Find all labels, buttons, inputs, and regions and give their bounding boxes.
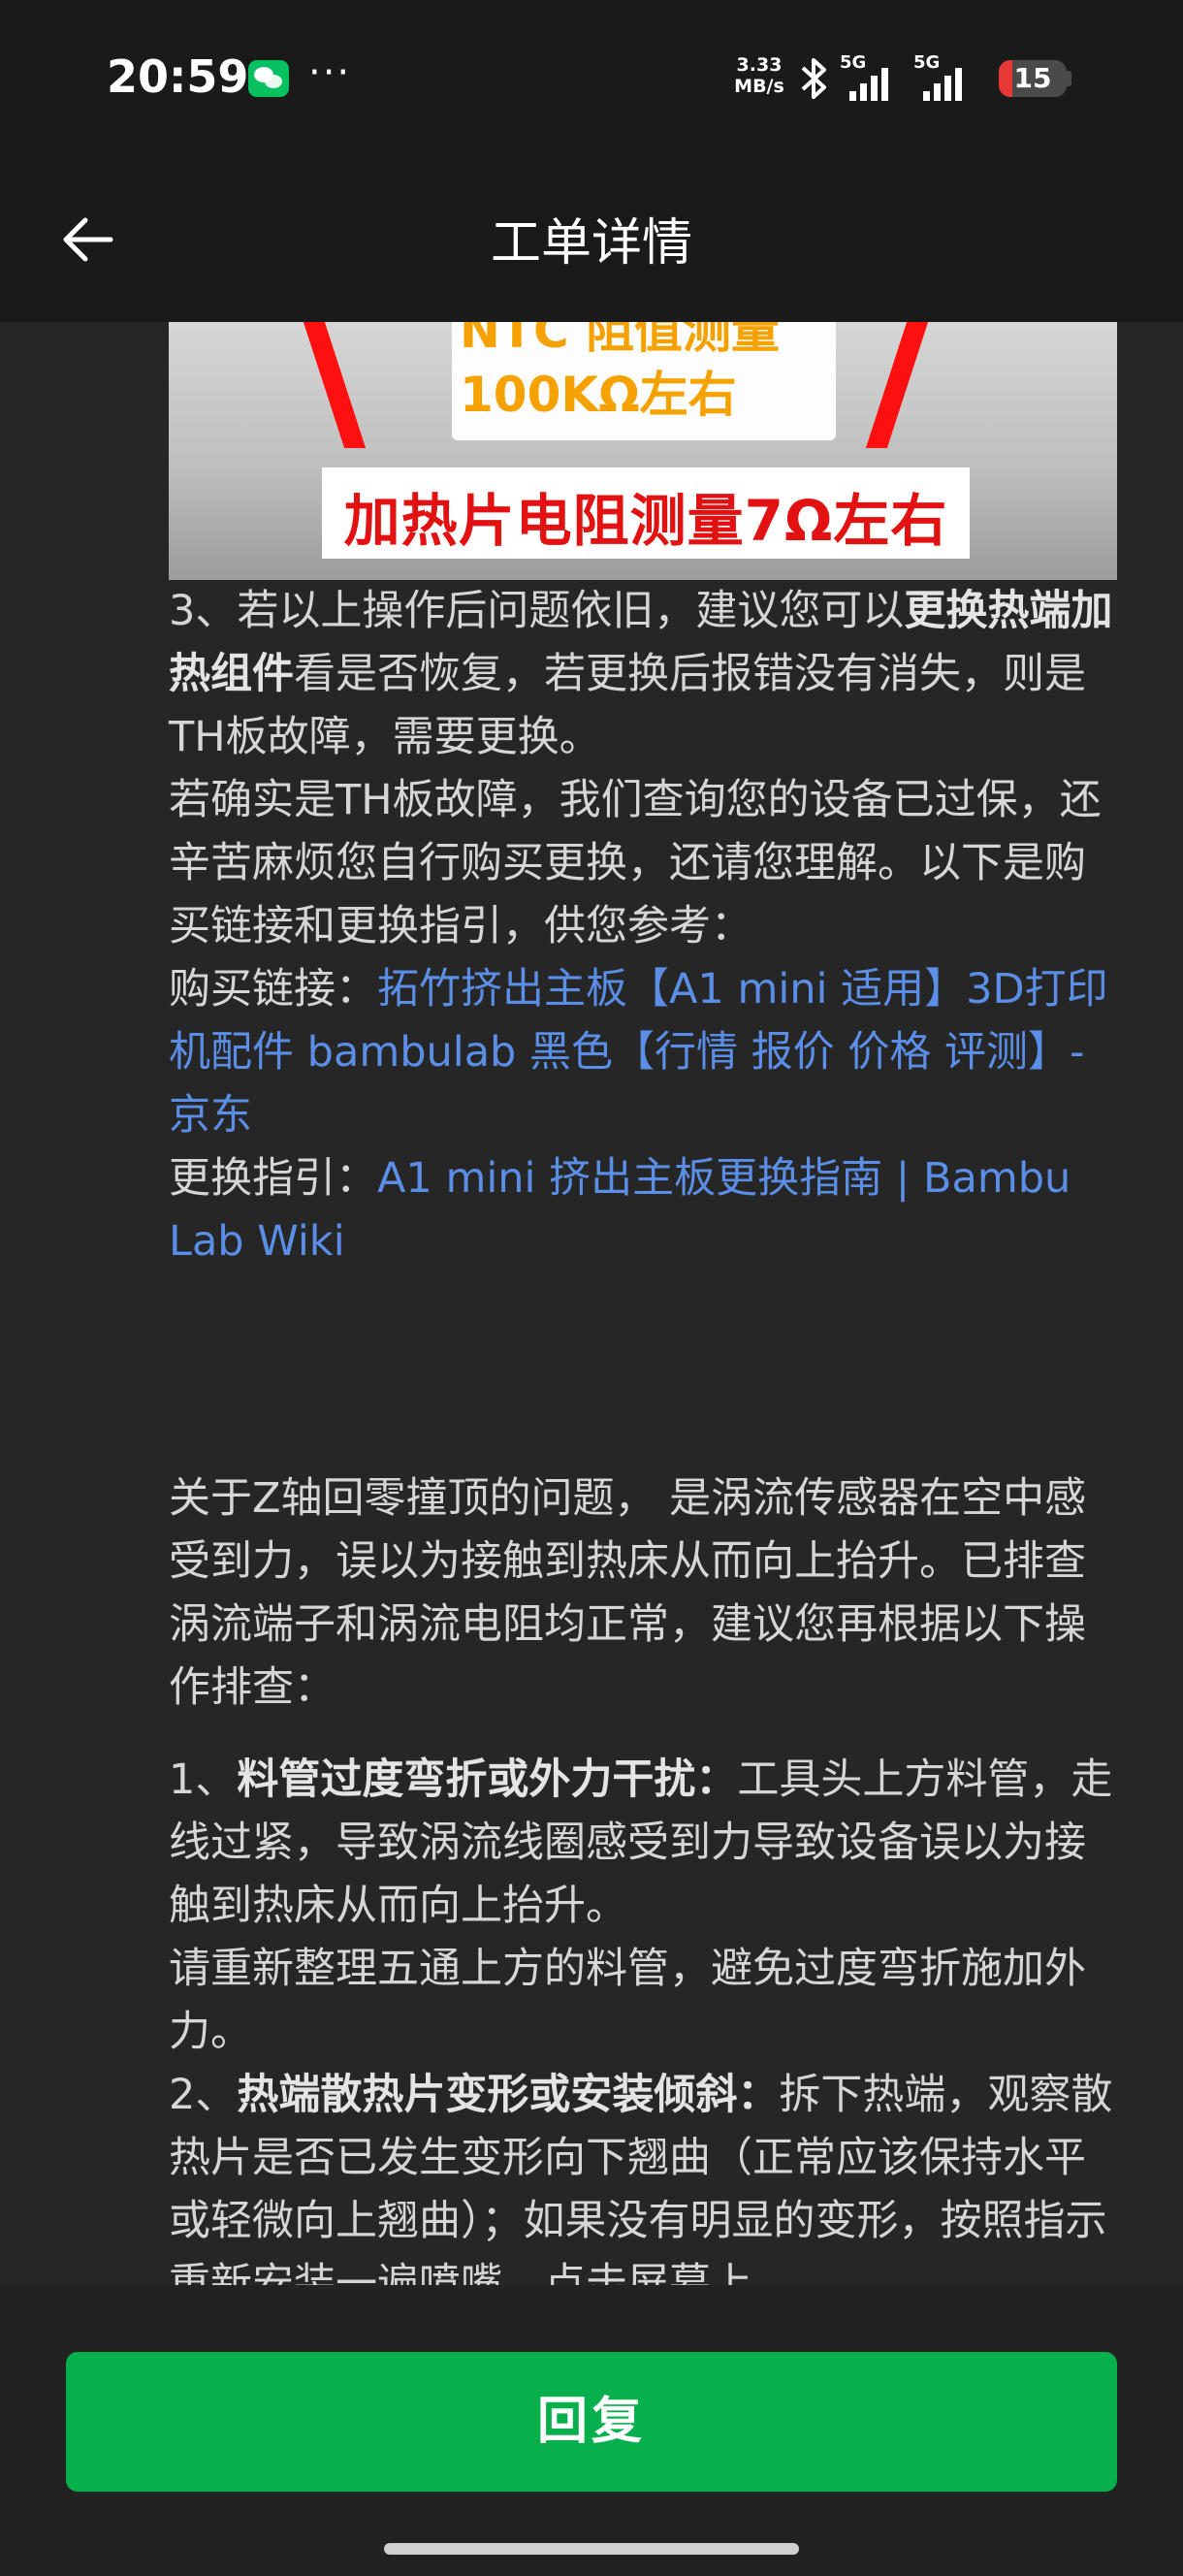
signal-icon: 5G (913, 52, 991, 101)
status-bar: 20:59 ··· 3.33 MB/s 5G 5G 15 (0, 0, 1183, 155)
bluetooth-icon (801, 58, 826, 99)
more-notifications-icon: ··· (308, 50, 352, 95)
step-item: 2、热端散热片变形或安装倾斜：拆下热端，观察散热片是否已发生变形向下翘曲（正常应… (169, 2064, 1121, 2316)
ticket-content: 3、若以上操作后问题依旧，建议您可以更换热端加热组件看是否恢复，若更换后报错没有… (169, 580, 1121, 2316)
step-title: 料管过度弯折或外力干扰： (237, 1755, 738, 1804)
caption-ntc: NTC 阻值测量 100KΩ左右 (460, 322, 828, 427)
page-title: 工单详情 (490, 214, 692, 273)
paragraph: 若确实是TH板故障，我们查询您的设备已过保，还辛苦麻烦您自行购买更换，还请您理解… (169, 776, 1102, 950)
buy-link-label: 购买链接： (169, 965, 377, 1014)
signal-icon: 5G (840, 52, 917, 101)
paragraph: 请重新整理五通上方的料管，避免过度弯折施加外力。 (169, 1945, 1086, 2056)
caption-heater: 加热片电阻测量7Ω左右 (343, 488, 948, 554)
home-indicator[interactable] (384, 2543, 799, 2555)
reply-button[interactable]: 回复 (66, 2352, 1117, 2492)
net-speed-unit: MB/s (734, 76, 784, 97)
guide-link-row: 更换指引：A1 mini 挤出主板更换指南 | Bambu Lab Wiki (169, 1147, 1121, 1273)
instruction-photo[interactable]: NTC 阻值测量 100KΩ左右 加热片电阻测量7Ω左右 (169, 322, 1117, 580)
step-number: 1、 (169, 1755, 238, 1804)
buy-link-row: 购买链接：拓竹挤出主板【A1 mini 适用】3D打印机配件 bambulab … (169, 958, 1121, 1147)
status-time: 20:59 (107, 50, 249, 103)
paragraph: 3、若以上操作后问题依旧，建议您可以更换热端加热组件看是否恢复，若更换后报错没有… (169, 580, 1121, 769)
paragraph: 关于Z轴回零撞顶的问题， 是涡流传感器在空中感受到力，误以为接触到热床从而向上抬… (169, 1474, 1087, 1712)
guide-link-label: 更换指引： (169, 1154, 377, 1203)
battery-icon: 15 (999, 60, 1067, 97)
step-title: 热端散热片变形或安装倾斜： (237, 2071, 780, 2119)
caption-ntc-line1: NTC 阻值测量 (460, 322, 781, 359)
caption-ntc-line2: 100KΩ左右 (460, 367, 737, 423)
step-number: 2、 (169, 2071, 238, 2119)
net-speed: 3.33 MB/s (729, 54, 789, 97)
battery-level: 15 (1013, 62, 1052, 94)
battery-tip (1067, 71, 1071, 86)
pointer-line (303, 322, 367, 448)
net-speed-value: 3.33 (736, 54, 783, 76)
wechat-icon (248, 60, 289, 97)
nav-bar: 工单详情 (0, 155, 1183, 322)
step-item: 1、料管过度弯折或外力干扰：工具头上方料管，走线过紧，导致涡流线圈感受到力导致设… (169, 1749, 1121, 1938)
text: 3、若以上操作后问题依旧，建议您可以 (169, 587, 905, 635)
text: 看是否恢复，若更换后报错没有消失，则是TH板故障，需要更换。 (169, 650, 1086, 761)
pointer-line (865, 322, 929, 448)
